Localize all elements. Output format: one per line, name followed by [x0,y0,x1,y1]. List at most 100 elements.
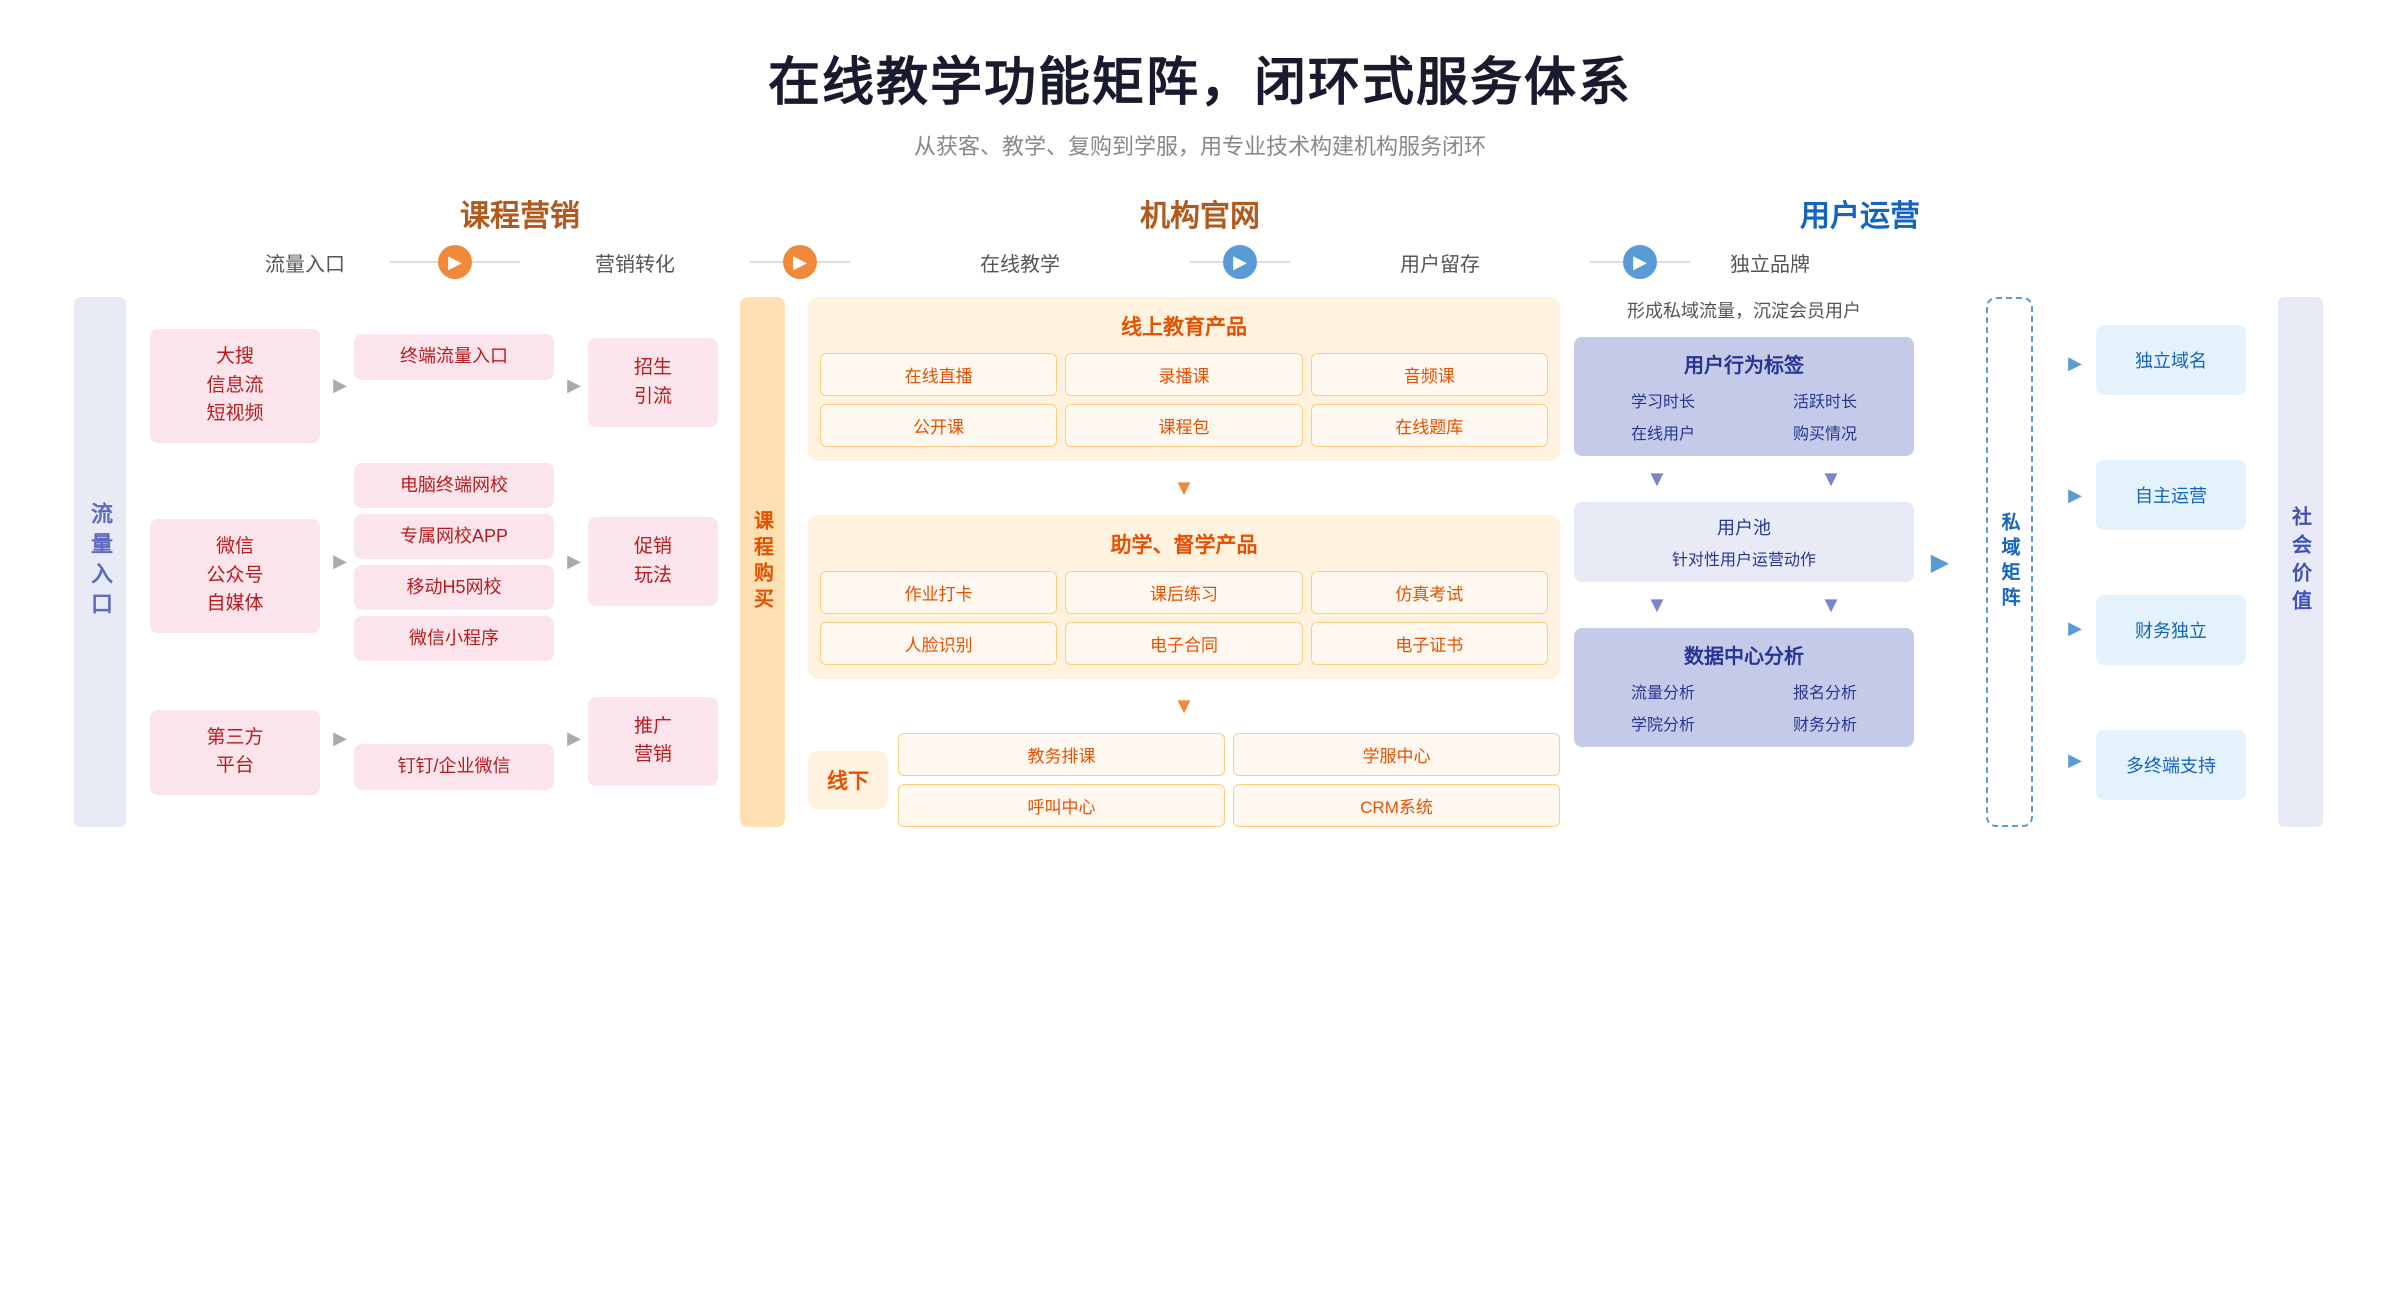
course-purchase-label: 课程购买 [740,297,785,827]
user-pool-sub: 针对性用户运营动作 [1586,546,1902,570]
page-wrapper: 在线教学功能矩阵，闭环式服务体系 从获客、教学、复购到学服，用专业技术构建机构服… [0,0,2400,867]
offline-item-1: 学服中心 [1233,733,1560,776]
source-item-0: 大搜 信息流 短视频 [150,329,320,443]
flow-label-brand: 独立品牌 [1690,248,1850,277]
channel-terminal: 终端流量入口 [354,334,554,379]
flow-label-online: 在线教学 [850,248,1190,277]
sup-item-5: 电子证书 [1311,622,1548,665]
offline-grid: 教务排课 学服中心 呼叫中心 CRM系统 [898,733,1560,827]
category-official: 机构官网 [880,191,1520,235]
mini-arrows-2: ▶ ▶ ▶ [562,297,586,827]
edu-item-5: 在线题库 [1311,404,1548,447]
section-arrow-blue: ▶ [1920,297,1960,827]
online-edu-col: 线上教育产品 在线直播 录播课 音频课 公开课 课程包 在线题库 ▼ 助学、督学… [808,297,1560,827]
user-pool-title: 用户池 [1586,514,1902,540]
down-arrow-2: ▼ [808,693,1560,719]
course-purchase-col: 课程购买 [732,297,792,827]
data-center-title: 数据中心分析 [1586,640,1902,669]
private-domain-label: 私域矩阵 [1986,297,2033,827]
brand-item-0: 独立域名 [2096,325,2246,395]
behavior-item-0: 学习时长 [1586,388,1740,412]
behavior-item-1: 活跃时长 [1748,388,1902,412]
category-marketing: 课程营销 [220,191,820,235]
mini-arrows-1: ▶ ▶ ▶ [328,297,352,827]
mini-arrow-3: ▶ [328,728,352,749]
mini-arrow-2: ▶ [328,551,352,572]
channels-col: 终端流量入口 电脑终端网校 专属网校APP 移动H5网校 微信小程序 钉钉/企业… [354,297,554,827]
flow-arrow-1: ▶ [438,245,472,279]
offline-item-2: 呼叫中心 [898,784,1225,827]
mini-arrow-1: ▶ [328,375,352,396]
online-products-title: 线上教育产品 [820,311,1548,341]
down-arrow-3: ▼ [1574,466,1740,492]
user-pool-box: 用户池 针对性用户运营动作 [1574,502,1914,582]
offline-label: 线下 [808,751,888,809]
category-user-ops: 用户运营 [1540,191,2180,235]
mini-arrow-6: ▶ [562,728,586,749]
categories-row: 课程营销 机构官网 用户运营 [60,191,2340,235]
flow-label-retention: 用户留存 [1290,248,1590,277]
offline-item-3: CRM系统 [1233,784,1560,827]
sup-item-4: 电子合同 [1065,622,1302,665]
sup-item-0: 作业打卡 [820,571,1057,614]
brand-arrows: ▶ ▶ ▶ ▶ [2060,297,2090,827]
offline-row: 线下 教务排课 学服中心 呼叫中心 CRM系统 [808,733,1560,827]
flow-arrow-4: ▶ [1623,245,1657,279]
header: 在线教学功能矩阵，闭环式服务体系 从获客、教学、复购到学服，用专业技术构建机构服… [60,40,2340,161]
flow-label-conversion: 营销转化 [520,248,750,277]
conversion-recruit: 招生 引流 [588,338,718,427]
behavior-item-3: 购买情况 [1748,420,1902,444]
behavior-tag-title: 用户行为标签 [1586,349,1902,378]
edu-item-3: 公开课 [820,404,1057,447]
supervision-title: 助学、督学产品 [820,529,1548,559]
down-arrows-row-2: ▼ ▼ [1574,592,1914,618]
down-arrow-1: ▼ [808,475,1560,501]
supervision-grid: 作业打卡 课后练习 仿真考试 人脸识别 电子合同 电子证书 [820,571,1548,665]
channel-app: 专属网校APP [354,514,554,559]
traffic-source-col: 大搜 信息流 短视频 微信 公众号 自媒体 第三方 平台 [150,297,320,827]
edu-item-1: 录播课 [1065,353,1302,396]
retention-top-text: 形成私域流量，沉淀会员用户 [1574,297,1914,323]
down-arrows-row: ▼ ▼ [1574,466,1914,492]
brand-col: 独立域名 自主运营 财务独立 多终端支持 [2096,297,2246,827]
behavior-item-2: 在线用户 [1586,420,1740,444]
brand-item-2: 财务独立 [2096,595,2246,665]
data-item-2: 学院分析 [1586,711,1740,735]
conversion-spread: 推广 营销 [588,697,718,786]
brand-arrow-2: ▶ [2060,618,2090,639]
social-col: 社会价值 [2260,297,2340,827]
source-item-1: 微信 公众号 自媒体 [150,519,320,633]
flow-label-traffic: 流量入口 [220,248,390,277]
page-subtitle: 从获客、教学、复购到学服，用专业技术构建机构服务闭环 [60,129,2340,161]
data-grid: 流量分析 报名分析 学院分析 财务分析 [1586,679,1902,735]
brand-arrow-1: ▶ [2060,485,2090,506]
down-arrow-6: ▼ [1748,592,1914,618]
channel-mini: 微信小程序 [354,616,554,661]
source-item-2: 第三方 平台 [150,710,320,795]
page-title: 在线教学功能矩阵，闭环式服务体系 [60,40,2340,115]
brand-item-3: 多终端支持 [2096,730,2246,800]
arrow-icon: ▶ [1931,548,1949,577]
sup-item-3: 人脸识别 [820,622,1057,665]
down-arrow-5: ▼ [1574,592,1740,618]
diagram-row: 流量入口 大搜 信息流 短视频 微信 公众号 自媒体 第三方 平台 ▶ ▶ ▶ … [60,297,2340,827]
left-label-col: 流量入口 [60,297,140,827]
edu-item-0: 在线直播 [820,353,1057,396]
conversion-promo: 促销 玩法 [588,517,718,606]
brand-item-1: 自主运营 [2096,460,2246,530]
brand-arrow-0: ▶ [2060,353,2090,374]
mini-arrow-4: ▶ [562,375,586,396]
edu-item-4: 课程包 [1065,404,1302,447]
behavior-grid: 学习时长 活跃时长 在线用户 购买情况 [1586,388,1902,444]
online-products-grid: 在线直播 录播课 音频课 公开课 课程包 在线题库 [820,353,1548,447]
flow-arrow-3: ▶ [1223,245,1257,279]
brand-arrow-3: ▶ [2060,750,2090,771]
data-item-0: 流量分析 [1586,679,1740,703]
conversion-col: 招生 引流 促销 玩法 推广 营销 [588,297,718,827]
left-vertical-label: 流量入口 [74,297,126,827]
channel-group2: 电脑终端网校 专属网校APP 移动H5网校 微信小程序 [354,463,554,662]
data-item-1: 报名分析 [1748,679,1902,703]
private-domain-col: 私域矩阵 [1964,297,2054,827]
down-arrow-4: ▼ [1748,466,1914,492]
behavior-tag-box: 用户行为标签 学习时长 活跃时长 在线用户 购买情况 [1574,337,1914,456]
